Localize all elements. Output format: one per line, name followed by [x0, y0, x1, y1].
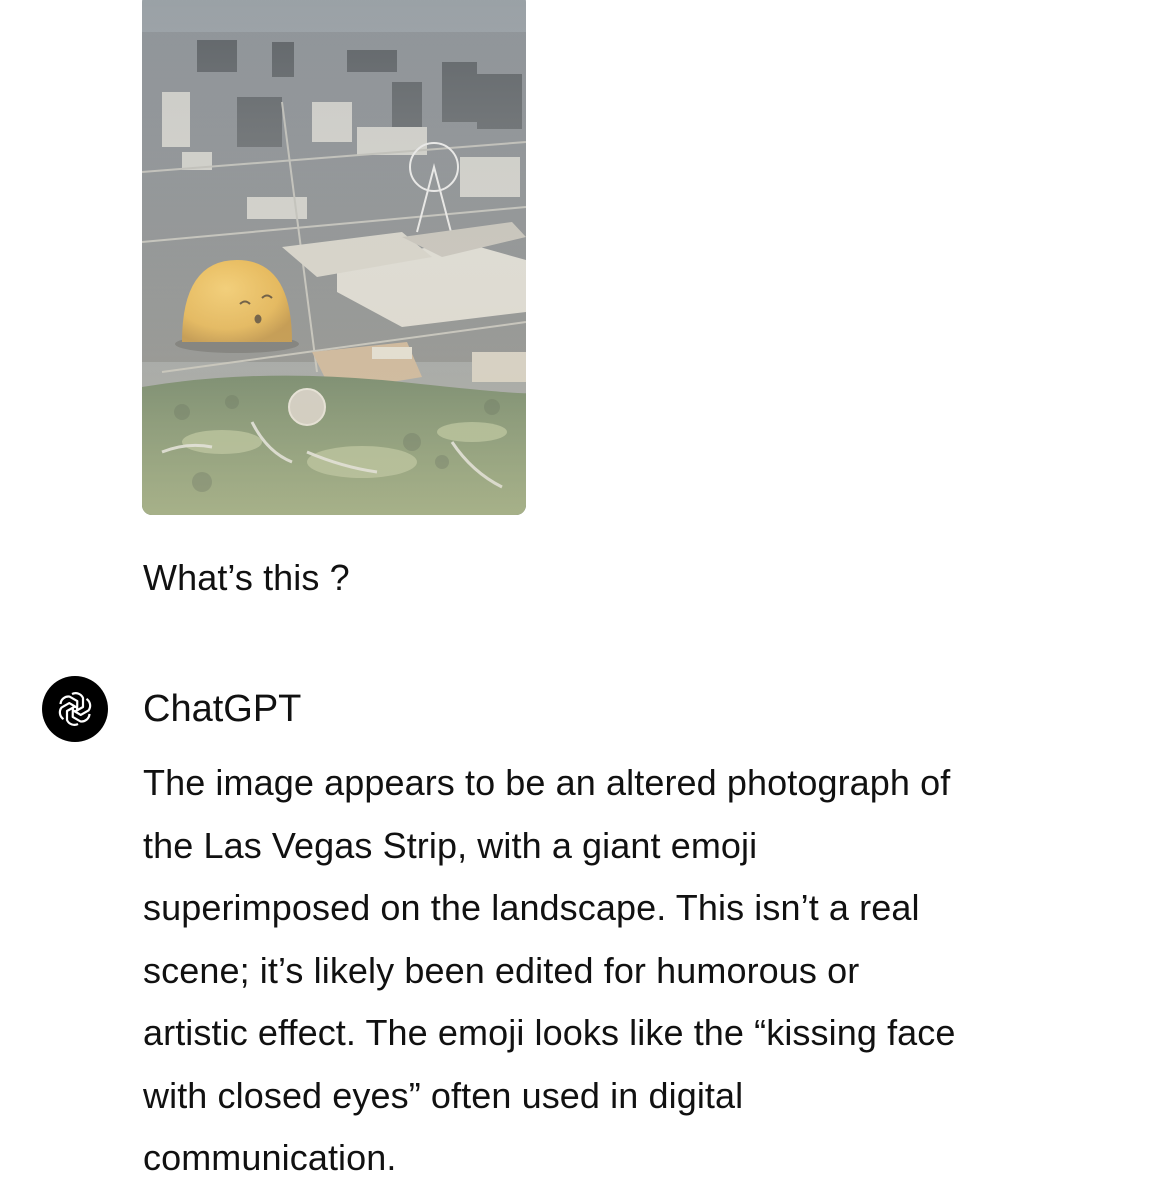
user-message-text: What’s this ? [143, 557, 350, 598]
message-line: superimposed on the landscape. This isn’… [143, 887, 920, 928]
message-line: scene; it’s likely been edited for humor… [143, 949, 860, 991]
message-line: The image appears to be an altered photo… [143, 762, 951, 803]
chat-thread: What’s this ? ChatGPT The image appears … [0, 0, 1170, 1193]
assistant-message-text: The image appears to be an altered photo… [143, 752, 1133, 1190]
user-attached-image[interactable] [142, 0, 526, 515]
openai-logo-icon [58, 692, 92, 726]
message-line: with closed eyes” often used in digital [143, 1074, 744, 1116]
message-line: the Las Vegas Strip, with a giant emoji [143, 824, 758, 866]
assistant-name: ChatGPT [143, 688, 302, 730]
message-line: communication. [143, 1137, 397, 1178]
chatgpt-avatar [42, 676, 108, 742]
message-line: artistic effect. The emoji looks like th… [143, 1012, 956, 1053]
